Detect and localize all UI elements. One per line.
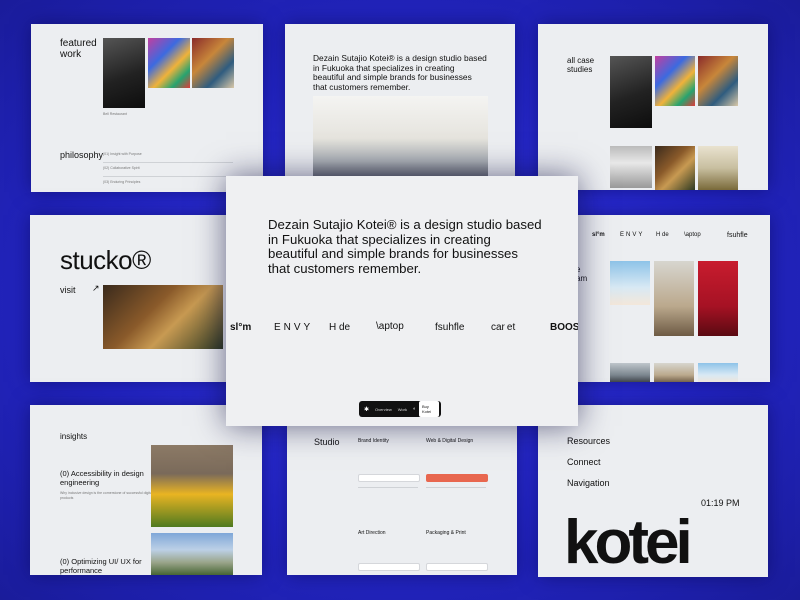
arrow-icon: ↗ xyxy=(92,283,100,293)
service-web-digital: Web & Digital Design xyxy=(426,438,474,444)
hero-headline: Dezain Sutajio Kotei® is a design studio… xyxy=(268,217,542,276)
client-logo: \aptop xyxy=(376,321,404,332)
about-preview[interactable]: Dezain Sutajio Kotei® is a design studio… xyxy=(285,24,515,189)
team-photo-6[interactable] xyxy=(698,363,738,382)
team-preview[interactable]: sl°m ENVY H de \aptop fsuhfle e am xyxy=(572,215,770,382)
case-studies-preview[interactable]: all case studies xyxy=(538,24,768,190)
post-title-1[interactable]: (0) Accessibility in design engineering xyxy=(60,469,160,487)
floating-nav-bar[interactable]: ✱ Overview Work ◐ Buy Kotei xyxy=(359,401,441,417)
client-logo: H de xyxy=(329,322,351,333)
about-text: Dezain Sutajio Kotei® is a design studio… xyxy=(313,53,487,92)
divider xyxy=(358,487,418,488)
divider xyxy=(426,487,486,488)
get-started-button[interactable] xyxy=(358,474,420,482)
case-image-5[interactable] xyxy=(655,146,695,190)
project-name: stucko® xyxy=(60,245,151,275)
client-logo: car et xyxy=(491,322,516,333)
client-logo: H de xyxy=(656,232,669,238)
project-photo[interactable] xyxy=(103,285,223,349)
moon-icon[interactable]: ◐ xyxy=(413,406,416,412)
client-logo: sl°m xyxy=(230,322,252,333)
team-photo-4[interactable] xyxy=(610,363,650,382)
get-started-button-3[interactable] xyxy=(426,563,488,571)
divider xyxy=(103,162,233,163)
case-image-4[interactable] xyxy=(610,146,652,188)
tab-overview[interactable]: Overview xyxy=(375,407,392,412)
post-image-1[interactable] xyxy=(151,445,233,527)
footer-time: 01:19 PM xyxy=(701,498,740,508)
divider xyxy=(103,176,233,177)
visit-link[interactable]: visit xyxy=(60,285,76,295)
insights-preview[interactable]: insights (0) Accessibility in design eng… xyxy=(30,405,262,575)
asterisk-icon[interactable]: ✱ xyxy=(364,406,369,413)
buy-button[interactable]: Buy Kotei xyxy=(419,401,439,417)
client-logo: sl°m xyxy=(592,232,605,238)
post-sub-1: Why inclusive design is the cornerstone … xyxy=(60,491,153,500)
project-image-dark[interactable] xyxy=(103,38,145,108)
kotei-wordmark: kotei xyxy=(564,508,693,577)
services-preview[interactable]: Studio Brand Identity Web & Digital Desi… xyxy=(287,422,517,575)
featured-work-preview[interactable]: featured work Bell Restaurant philosophy… xyxy=(31,24,263,192)
tab-work[interactable]: Work xyxy=(398,407,407,412)
footer-connect[interactable]: Connect xyxy=(567,457,601,467)
client-logo: fsuhfle xyxy=(435,322,465,333)
phil-item-2: (02) Collaborative Spirit xyxy=(103,166,140,170)
insights-heading: insights xyxy=(60,432,88,441)
project-caption: Bell Restaurant xyxy=(103,112,127,116)
client-logo: \aptop xyxy=(684,232,701,238)
service-brand-identity: Brand Identity xyxy=(358,438,389,444)
team-photo-5[interactable] xyxy=(654,363,694,382)
service-art-direction: Art Direction xyxy=(358,530,386,536)
footer-resources[interactable]: Resources xyxy=(567,436,610,446)
get-started-button-2[interactable] xyxy=(358,563,420,571)
homepage-hero-preview[interactable]: Dezain Sutajio Kotei® is a design studio… xyxy=(226,176,578,426)
phil-item-1: (01) Insight with Purpose xyxy=(103,152,142,156)
client-logo: fsuhfle xyxy=(727,232,748,239)
footer-navigation[interactable]: Navigation xyxy=(567,478,610,488)
cases-title: all case xyxy=(567,56,595,65)
client-logo: ENVY xyxy=(274,322,314,333)
client-logo: BOOS xyxy=(550,322,578,333)
featured-title: featured xyxy=(60,38,97,49)
project-image-colorful[interactable] xyxy=(148,38,190,88)
service-packaging: Packaging & Print xyxy=(426,530,466,536)
featured-title-2: work xyxy=(60,49,82,60)
cases-title-2: studies xyxy=(567,65,593,74)
project-image-crowd[interactable] xyxy=(192,38,234,88)
footer-preview[interactable]: Resources Connect Navigation 01:19 PM ko… xyxy=(538,405,768,577)
case-image-2[interactable] xyxy=(655,56,695,106)
studio-heading: Studio xyxy=(314,437,340,447)
get-started-button-primary[interactable] xyxy=(426,474,488,482)
team-photo-1[interactable] xyxy=(610,261,650,305)
team-photo-3[interactable] xyxy=(698,261,738,336)
case-image-6[interactable] xyxy=(698,146,738,190)
phil-item-3: (03) Enduring Principles xyxy=(103,180,141,184)
client-logo: ENVY xyxy=(620,232,645,238)
case-image-3[interactable] xyxy=(698,56,738,106)
post-image-2[interactable] xyxy=(151,533,233,575)
post-title-2[interactable]: (0) Optimizing UI/ UX for performance xyxy=(60,557,160,575)
case-image-1[interactable] xyxy=(610,56,652,128)
team-photo-2[interactable] xyxy=(654,261,694,336)
philosophy-heading: philosophy xyxy=(60,150,104,160)
